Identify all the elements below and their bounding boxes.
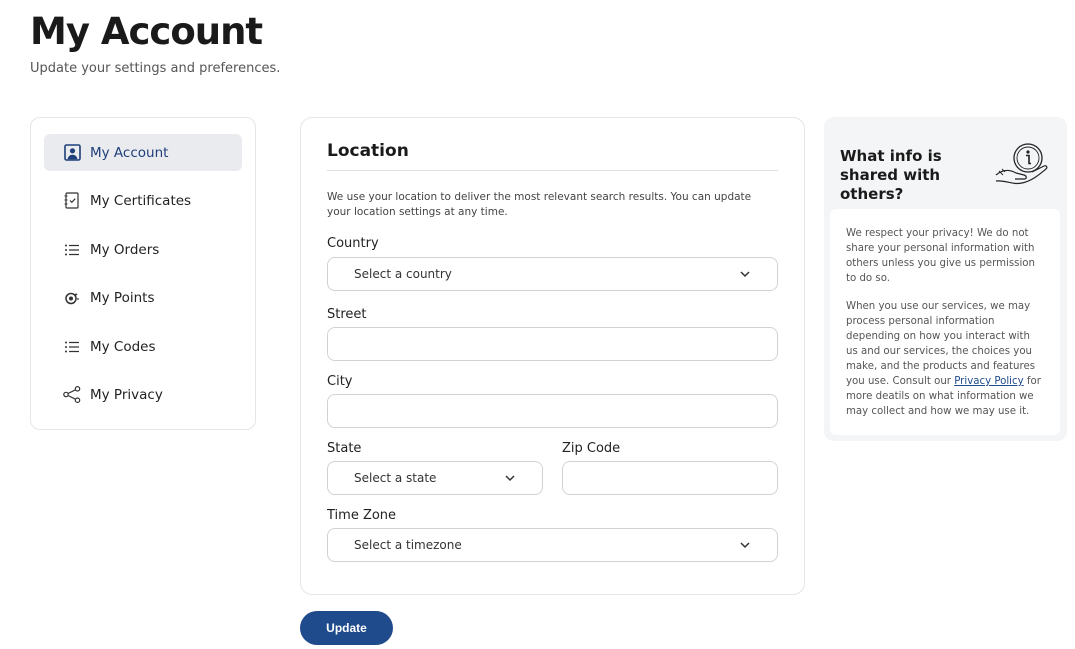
location-card: Location We use your location to deliver… xyxy=(300,117,805,595)
sidebar-item-my-certificates[interactable]: My Certificates xyxy=(44,182,242,219)
info-hand-icon xyxy=(995,143,1048,185)
sidebar-item-my-points[interactable]: My Points xyxy=(44,279,242,316)
page-title: My Account xyxy=(30,10,263,53)
update-button[interactable]: Update xyxy=(300,611,393,645)
country-label: Country xyxy=(327,236,379,251)
country-select-value: Select a country xyxy=(354,267,452,281)
sidebar: My Account My Certificates My Orders My … xyxy=(30,117,256,430)
points-icon xyxy=(62,288,82,308)
share-icon xyxy=(62,385,82,405)
sidebar-item-my-account[interactable]: My Account xyxy=(44,134,242,171)
info-paragraph: When you use our services, we may proces… xyxy=(846,299,1044,419)
privacy-policy-link[interactable]: Privacy Policy xyxy=(954,376,1023,387)
sidebar-item-label: My Codes xyxy=(90,338,156,355)
certificate-icon xyxy=(62,191,82,211)
list-icon xyxy=(62,337,82,357)
privacy-info-panel: What info is shared with others? We resp… xyxy=(824,117,1067,441)
info-title: What info is shared with others? xyxy=(840,147,942,203)
page-subtitle: Update your settings and preferences. xyxy=(30,61,281,76)
chevron-down-icon xyxy=(740,542,750,549)
sidebar-item-label: My Orders xyxy=(90,241,160,258)
info-text: When you use our services, we may proces… xyxy=(846,301,1036,387)
info-body: We respect your privacy! We do not share… xyxy=(830,209,1060,435)
zip-input[interactable] xyxy=(562,461,778,495)
sidebar-item-label: My Points xyxy=(90,289,155,306)
location-description: We use your location to deliver the most… xyxy=(327,191,752,218)
sidebar-item-my-privacy[interactable]: My Privacy xyxy=(44,376,242,413)
info-paragraph: We respect your privacy! We do not share… xyxy=(846,228,1035,284)
city-label: City xyxy=(327,374,353,389)
zip-label: Zip Code xyxy=(562,441,621,456)
country-select[interactable]: Select a country xyxy=(327,257,778,291)
list-icon xyxy=(62,240,82,260)
account-icon xyxy=(62,143,82,163)
timezone-select-value: Select a timezone xyxy=(354,538,462,552)
sidebar-item-label: My Privacy xyxy=(90,386,163,403)
state-select[interactable]: Select a state xyxy=(327,461,543,495)
timezone-select[interactable]: Select a timezone xyxy=(327,528,778,562)
state-label: State xyxy=(327,441,362,456)
divider xyxy=(327,170,778,171)
chevron-down-icon xyxy=(505,475,515,482)
street-label: Street xyxy=(327,307,367,322)
sidebar-item-label: My Account xyxy=(90,144,169,161)
city-input[interactable] xyxy=(327,394,778,428)
state-select-value: Select a state xyxy=(354,471,437,485)
timezone-label: Time Zone xyxy=(327,508,397,523)
chevron-down-icon xyxy=(740,271,750,278)
sidebar-item-my-codes[interactable]: My Codes xyxy=(44,328,242,365)
sidebar-item-label: My Certificates xyxy=(90,192,192,209)
street-input[interactable] xyxy=(327,327,778,361)
location-title: Location xyxy=(327,141,409,161)
sidebar-item-my-orders[interactable]: My Orders xyxy=(44,231,242,268)
